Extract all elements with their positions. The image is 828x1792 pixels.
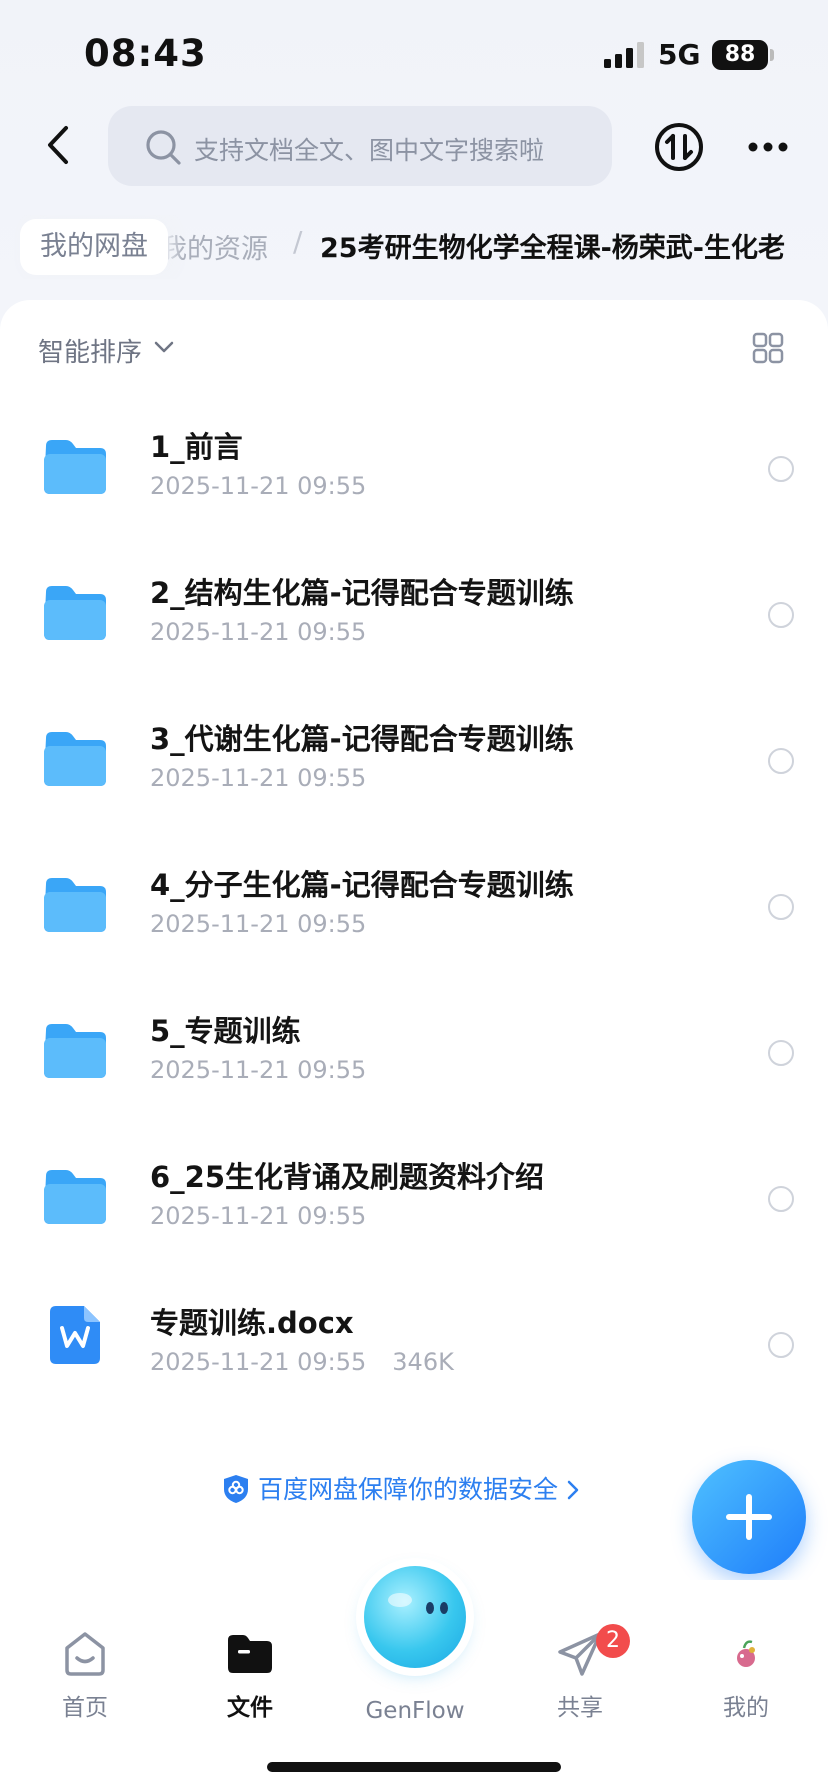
tab-label: 文件 [227, 1695, 273, 1721]
tab-label: 首页 [62, 1695, 108, 1721]
notification-badge: 2 [596, 1624, 630, 1658]
breadcrumb: 我的网盘 我的资源 / 25考研生物化学全程课-杨荣武-生化老 [0, 215, 828, 279]
breadcrumb-middle[interactable]: 我的资源 [160, 227, 268, 266]
file-name: 5_专题训练 [150, 1014, 301, 1048]
tab-label: 共享 [557, 1695, 603, 1721]
breadcrumb-separator: / [293, 225, 303, 258]
file-row[interactable]: 1_前言 2025-11-21 09:55 [0, 394, 828, 540]
chevron-down-icon[interactable] [154, 340, 174, 354]
grid-view-icon[interactable] [752, 332, 784, 364]
file-row[interactable]: 专题训练.docx 2025-11-21 09:55 346K [0, 1270, 828, 1416]
home-icon [65, 1632, 105, 1676]
select-radio[interactable] [768, 456, 794, 482]
avatar [737, 1640, 755, 1667]
select-radio[interactable] [768, 602, 794, 628]
signal-icon [604, 42, 644, 68]
select-radio[interactable] [768, 1040, 794, 1066]
file-row[interactable]: 6_25生化背诵及刷题资料介绍 2025-11-21 09:55 [0, 1124, 828, 1270]
file-date: 2025-11-21 09:55 [150, 764, 367, 792]
battery-level: 88 [712, 40, 768, 70]
file-row[interactable]: 2_结构生化篇-记得配合专题训练 2025-11-21 09:55 [0, 540, 828, 686]
file-row[interactable]: 3_代谢生化篇-记得配合专题训练 2025-11-21 09:55 [0, 686, 828, 832]
sort-button[interactable]: 智能排序 [38, 332, 142, 369]
folder-icon [44, 1170, 106, 1224]
file-date: 2025-11-21 09:55 [150, 1348, 367, 1376]
file-date: 2025-11-21 09:55 [150, 1202, 367, 1230]
file-date: 2025-11-21 09:55 [150, 910, 367, 938]
add-button[interactable] [692, 1460, 806, 1574]
select-radio[interactable] [768, 748, 794, 774]
folder-icon [44, 586, 106, 640]
breadcrumb-root[interactable]: 我的网盘 [20, 219, 168, 275]
tab-home[interactable]: 首页 [25, 1628, 145, 1722]
select-radio[interactable] [768, 1332, 794, 1358]
genflow-orb[interactable] [364, 1566, 466, 1668]
tab-bar: 首页 文件 GenFlow 共享 2 我的 [0, 1566, 828, 1792]
file-name: 1_前言 [150, 430, 243, 464]
folder-icon [44, 440, 106, 494]
status-time: 08:43 [84, 32, 207, 75]
shield-icon [224, 1475, 248, 1503]
folder-icon [44, 878, 106, 932]
tab-label: 我的 [723, 1695, 769, 1721]
file-date: 2025-11-21 09:55 [150, 618, 367, 646]
more-icon[interactable] [748, 140, 788, 154]
search-icon [146, 130, 181, 165]
file-name: 4_分子生化篇-记得配合专题训练 [150, 868, 574, 902]
tab-genflow[interactable]: GenFlow [340, 1698, 490, 1724]
file-meta: 2025-11-21 09:55 346K [150, 1348, 454, 1376]
file-name: 3_代谢生化篇-记得配合专题训练 [150, 722, 574, 756]
search-bar[interactable]: 支持文档全文、图中文字搜索啦 [108, 106, 612, 186]
file-browser-page: 08:43 5G 88 支持文档全文、图中文字搜索啦 我的网盘 我的资源 / 2… [0, 0, 828, 1792]
battery-tip [770, 49, 774, 61]
tab-mine[interactable]: 我的 [686, 1628, 806, 1722]
select-radio[interactable] [768, 894, 794, 920]
file-row[interactable]: 4_分子生化篇-记得配合专题训练 2025-11-21 09:55 [0, 832, 828, 978]
data-safety-link[interactable]: 百度网盘保障你的数据安全 [222, 1470, 580, 1506]
network-type: 5G [658, 38, 701, 71]
folder-icon [228, 1635, 272, 1673]
tab-files[interactable]: 文件 [190, 1628, 310, 1722]
genflow-face-icon [388, 1593, 448, 1614]
status-bar: 08:43 5G 88 [0, 0, 828, 100]
transfer-icon[interactable] [654, 122, 704, 172]
plus-icon [726, 1494, 772, 1540]
file-date: 2025-11-21 09:55 [150, 472, 367, 500]
select-radio[interactable] [768, 1186, 794, 1212]
folder-icon [44, 1024, 106, 1078]
word-doc-icon [50, 1306, 100, 1364]
chevron-right-icon [567, 1480, 579, 1500]
folder-icon [44, 732, 106, 786]
back-arrow-icon[interactable] [40, 122, 80, 168]
file-size: 346K [392, 1348, 454, 1376]
breadcrumb-current: 25考研生物化学全程课-杨荣武-生化老 [320, 233, 785, 264]
file-row[interactable]: 5_专题训练 2025-11-21 09:55 [0, 978, 828, 1124]
search-placeholder: 支持文档全文、图中文字搜索啦 [194, 136, 545, 165]
safety-text: 百度网盘保障你的数据安全 [258, 1475, 559, 1504]
home-indicator [267, 1762, 561, 1772]
file-name: 2_结构生化篇-记得配合专题训练 [150, 576, 574, 610]
file-date: 2025-11-21 09:55 [150, 1056, 367, 1084]
file-name: 专题训练.docx [150, 1306, 354, 1340]
file-name: 6_25生化背诵及刷题资料介绍 [150, 1160, 545, 1194]
